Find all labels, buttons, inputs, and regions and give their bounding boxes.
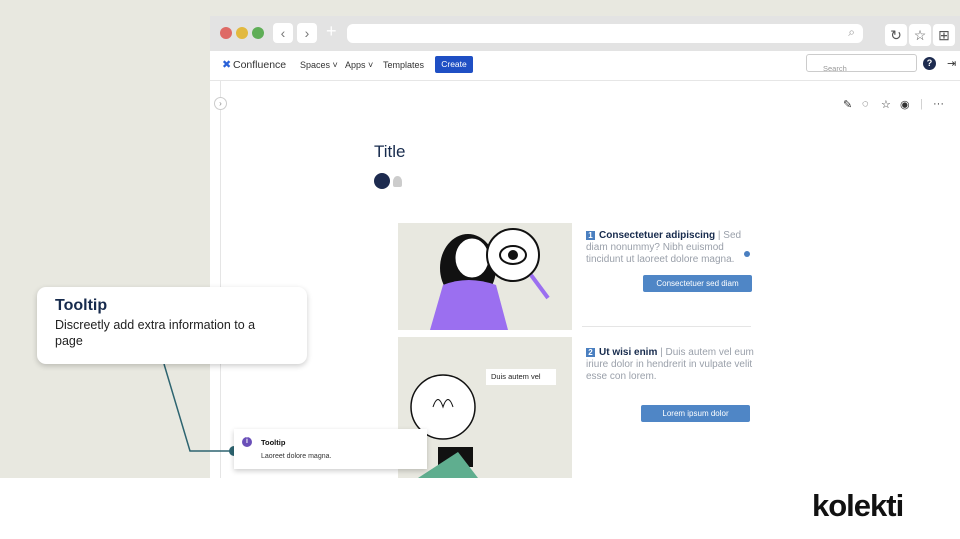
callout-text: Discreetly add extra information to a pa… <box>55 318 256 348</box>
info-icon: i <box>242 437 252 447</box>
tooltip-example: i Tooltip Laoreet dolore magna. <box>234 429 427 469</box>
connector-line <box>163 363 239 456</box>
tooltip-title: Tooltip <box>261 438 286 447</box>
callout-title: Tooltip <box>55 297 108 314</box>
callout-card: Tooltip Discreetly add extra information… <box>37 287 307 364</box>
kolekti-logo: kolekti <box>812 488 904 523</box>
tooltip-text: Laoreet dolore magna. <box>261 453 332 460</box>
